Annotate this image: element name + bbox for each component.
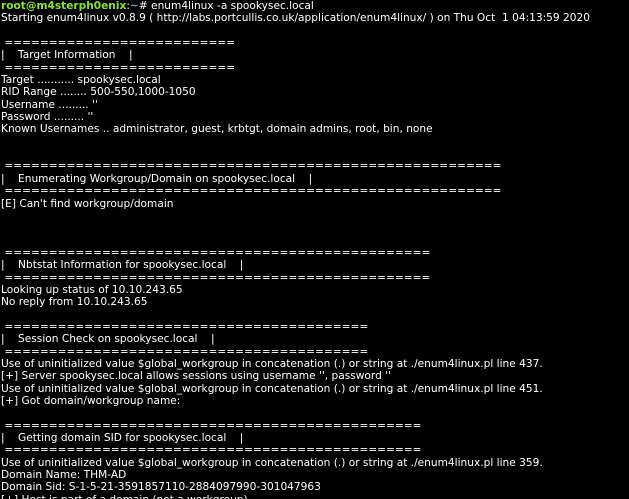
prompt-line: root@m4sterph0enix:~# enum4linux -a spoo… xyxy=(1,0,629,12)
output-line: Use of uninitialized value $global_workg… xyxy=(1,382,543,395)
output-line: ========================================… xyxy=(1,419,422,432)
output-line: ========================== xyxy=(1,61,236,74)
output-line: | Getting domain SID for spookysec.local… xyxy=(1,432,244,445)
output-line: [E] Can't find workgroup/domain xyxy=(1,197,174,210)
output-line: Looking up status of 10.10.243.65 xyxy=(1,283,183,296)
output-line: ========================================… xyxy=(1,320,369,333)
output-line: RID Range ........ 500-550,1000-1050 xyxy=(1,86,196,99)
terminal-output: Starting enum4linux v0.8.9 ( http://labs… xyxy=(1,12,629,499)
terminal-window[interactable]: root@m4sterph0enix:~# enum4linux -a spoo… xyxy=(0,0,629,499)
prompt-path: ~ xyxy=(129,0,139,12)
output-line: Password ......... '' xyxy=(1,111,94,124)
prompt-symbol: # xyxy=(138,0,152,12)
output-line: Target ........... spookysec.local xyxy=(1,74,161,87)
output-line: [+] Server spookysec.local allows sessio… xyxy=(1,370,392,383)
output-line: ========================================… xyxy=(1,444,422,457)
output-line: ========================================… xyxy=(1,345,369,358)
output-line: Starting enum4linux v0.8.9 ( http://labs… xyxy=(1,12,590,25)
output-line: Domain Sid: S-1-5-21-3591857110-28840979… xyxy=(1,481,321,494)
output-line: | Target Information | xyxy=(1,49,133,62)
output-line: ========================================… xyxy=(1,246,431,259)
output-line: Use of uninitialized value $global_workg… xyxy=(1,456,543,469)
output-line: Use of uninitialized value $global_workg… xyxy=(1,357,543,370)
output-line: Username ......... '' xyxy=(1,98,98,111)
output-line: | Nbtstat Information for spookysec.loca… xyxy=(1,259,244,272)
output-line: Known Usernames .. administrator, guest,… xyxy=(1,123,433,136)
output-line: | Enumerating Workgroup/Domain on spooky… xyxy=(1,172,313,185)
output-line: | Session Check on spookysec.local | xyxy=(1,333,215,346)
output-line: ========================================… xyxy=(1,160,502,173)
prompt-user-host: root@m4sterph0enix xyxy=(1,0,127,12)
output-line: No reply from 10.10.243.65 xyxy=(1,296,148,309)
output-line: ========================================… xyxy=(1,271,431,284)
output-line: Domain Name: THM-AD xyxy=(1,469,127,482)
output-line: [+] Host is part of a domain (not a work… xyxy=(1,494,629,499)
output-line: ========================================… xyxy=(1,185,502,198)
output-line: [+] Got domain/workgroup name: xyxy=(1,395,181,407)
output-line: ========================== xyxy=(1,37,236,50)
command-text: enum4linux -a spookysec.local xyxy=(151,0,314,12)
